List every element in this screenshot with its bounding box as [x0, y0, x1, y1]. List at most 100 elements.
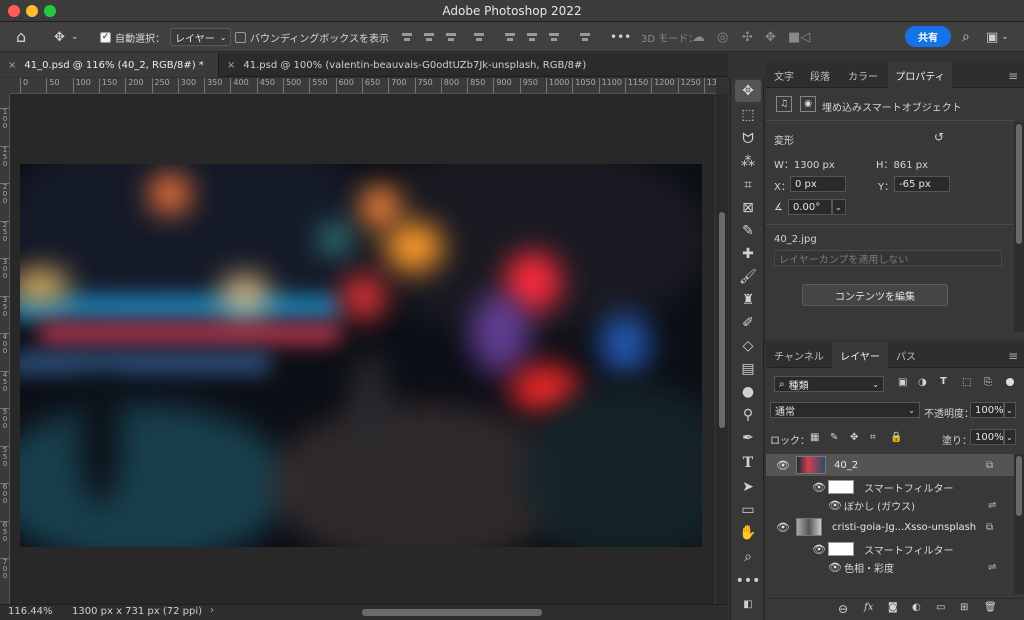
zoom-level[interactable]: 116.44% — [8, 606, 53, 617]
blurred-city-photo[interactable] — [20, 164, 702, 547]
panel-menu-icon[interactable]: ≡ — [1008, 349, 1018, 363]
layer-row-40_2[interactable]: 👁 40_2 ⧉ — [766, 454, 1014, 476]
home-icon[interactable]: ⌂ — [16, 22, 26, 52]
lock-image-icon[interactable]: ✎ — [830, 432, 838, 443]
filter-toggle[interactable] — [1006, 378, 1014, 386]
rectangle-tool-icon[interactable]: ▭ — [735, 499, 761, 521]
opacity-dropdown[interactable]: ⌄ — [1004, 402, 1016, 418]
crop-tool-icon[interactable]: ⌗ — [735, 174, 761, 196]
filter-blending-options-icon[interactable]: ⇌ — [988, 562, 996, 573]
type-tool-icon[interactable]: T — [735, 452, 761, 474]
filter-row-hue-saturation[interactable]: 👁 色相・彩度 ⇌ — [766, 556, 1014, 578]
lock-artboard-icon[interactable]: ⌗ — [870, 432, 876, 443]
tab-41-psd[interactable]: × 41.psd @ 100% (valentin-beauvais-G0odt… — [218, 53, 608, 77]
fill-dropdown[interactable]: ⌄ — [1004, 429, 1016, 445]
fx-icon[interactable]: fx — [864, 602, 873, 613]
canvas-vertical-scrollbar[interactable] — [716, 94, 728, 604]
layer-name[interactable]: 40_2 — [834, 460, 858, 471]
tab-layers[interactable]: レイヤー — [832, 342, 888, 368]
path-selection-tool-icon[interactable]: ➤ — [735, 476, 761, 498]
dodge-tool-icon[interactable]: ⚲ — [735, 404, 761, 426]
properties-scrollbar[interactable] — [1014, 122, 1024, 332]
3d-camera-icon[interactable]: ■◁ — [788, 22, 810, 52]
3d-pan-icon[interactable]: ✣ — [742, 22, 753, 52]
3d-slide-icon[interactable]: ✥ — [765, 22, 776, 52]
move-tool-icon[interactable]: ✥ — [735, 80, 761, 102]
canvas-horizontal-scrollbar[interactable] — [362, 609, 542, 616]
angle-field[interactable]: 0.00° — [788, 199, 832, 215]
layers-scrollbar[interactable] — [1014, 454, 1024, 594]
trash-icon[interactable]: 🗑 — [984, 602, 997, 613]
lock-all-icon[interactable]: 🔒 — [890, 432, 902, 443]
3d-orbit-icon[interactable]: ☁ — [692, 22, 705, 52]
distribute-v-icon[interactable] — [578, 22, 592, 52]
align-center-h-icon[interactable] — [422, 22, 436, 52]
blur-tool-icon[interactable]: ● — [735, 381, 761, 403]
lock-position-icon[interactable]: ✥ — [850, 432, 858, 443]
angle-dropdown[interactable]: ⌄ — [832, 199, 846, 215]
filter-name[interactable]: ぼかし (ガウス) — [844, 498, 915, 513]
share-button[interactable]: 共有 — [905, 26, 951, 47]
filter-mask-thumbnail[interactable] — [828, 542, 854, 556]
gradient-tool-icon[interactable]: ▤ — [735, 358, 761, 380]
3d-roll-icon[interactable]: ◎ — [717, 22, 728, 52]
layer-comp-select[interactable]: レイヤーカンプを適用しない — [774, 250, 1002, 266]
visibility-eye-icon[interactable]: 👁 — [812, 481, 826, 494]
filter-pixel-icon[interactable]: ▣ — [898, 377, 907, 388]
canvas-area[interactable] — [10, 94, 714, 604]
distribute-icon[interactable] — [472, 22, 486, 52]
move-tool-icon[interactable]: ✥ ⌄ — [54, 22, 78, 52]
layer-name[interactable]: cristi-goia-Jg...Xsso-unsplash — [832, 522, 976, 533]
tab-paths[interactable]: パス — [888, 342, 924, 368]
zoom-tool-icon[interactable]: ⌕ — [735, 546, 761, 568]
new-layer-icon[interactable]: ⊞ — [960, 602, 968, 613]
align-right-icon[interactable] — [444, 22, 458, 52]
marquee-tool-icon[interactable]: ⬚ — [735, 104, 761, 126]
align-middle-icon[interactable] — [525, 22, 539, 52]
y-position-field[interactable]: -65 px — [894, 176, 950, 192]
layer-row-cristi-goia[interactable]: 👁 cristi-goia-Jg...Xsso-unsplash ⧉ — [766, 516, 1014, 538]
tab-channels[interactable]: チャンネル — [766, 342, 832, 368]
eyedropper-tool-icon[interactable]: ✎ — [735, 220, 761, 242]
tab-color[interactable]: カラー — [838, 62, 888, 88]
visibility-eye-icon[interactable]: 👁 — [776, 521, 790, 534]
history-brush-tool-icon[interactable]: ✐ — [735, 312, 761, 334]
more-tools-icon[interactable]: ••• — [735, 570, 761, 592]
color-swatches-icon[interactable]: ◧ — [735, 593, 761, 615]
filter-adjustment-icon[interactable]: ◑ — [918, 377, 927, 388]
visibility-eye-icon[interactable]: 👁 — [812, 543, 826, 556]
opacity-field[interactable]: 100% — [970, 402, 1004, 418]
horizontal-ruler[interactable]: 0 50 100 150 200 250 300 350 400 450 500 550 600 650 7… — [10, 78, 716, 94]
tab-character[interactable]: 文字 — [766, 62, 802, 88]
pen-tool-icon[interactable]: ✒ — [735, 427, 761, 449]
workspace-icon[interactable]: ▣ ⌄ — [986, 22, 1009, 52]
layer-filter-select[interactable]: ⌕ 種類 ⌄ — [774, 376, 884, 392]
stamp-tool-icon[interactable]: ♜ — [735, 289, 761, 311]
filter-row-gaussian-blur[interactable]: 👁 ぼかし (ガウス) ⇌ — [766, 494, 1014, 516]
healing-brush-tool-icon[interactable]: ✚ — [735, 243, 761, 265]
visibility-eye-icon[interactable]: 👁 — [828, 561, 842, 574]
frame-tool-icon[interactable]: ⊠ — [735, 197, 761, 219]
align-left-icon[interactable] — [400, 22, 414, 52]
auto-select-checkbox[interactable]: ✓ 自動選択： — [100, 22, 165, 52]
filter-blending-options-icon[interactable]: ⇌ — [988, 500, 996, 511]
visibility-eye-icon[interactable]: 👁 — [828, 499, 842, 512]
bounding-box-checkbox[interactable]: バウンディングボックスを表示 — [235, 22, 389, 52]
more-options-button[interactable]: ••• — [610, 22, 631, 52]
fill-field[interactable]: 100% — [970, 429, 1004, 445]
magic-wand-tool-icon[interactable]: ⁂ — [735, 151, 761, 173]
edit-contents-button[interactable]: コンテンツを編集 — [802, 284, 948, 306]
search-icon[interactable]: ⌕ — [962, 22, 970, 52]
filter-mask-thumbnail[interactable] — [828, 480, 854, 494]
status-menu-arrow[interactable]: › — [210, 605, 214, 616]
filter-smart-object-icon[interactable]: ⎘ — [984, 377, 992, 388]
filter-type-icon[interactable]: T — [940, 376, 947, 387]
filter-name[interactable]: 色相・彩度 — [844, 560, 894, 575]
tab-paragraph[interactable]: 段落 — [802, 62, 838, 88]
visibility-eye-icon[interactable]: 👁 — [776, 459, 790, 472]
reset-transform-icon[interactable]: ↺ — [934, 130, 944, 144]
close-tab-icon[interactable]: × — [8, 60, 16, 71]
mask-icon[interactable]: ◉ — [800, 96, 816, 112]
vertical-ruler[interactable]: 1 0 0 1 5 0 2 0 0 2 5 0 3 0 0 3 5 0 4 0 0 4 5 0… — [0, 94, 10, 606]
x-position-field[interactable]: 0 px — [790, 176, 846, 192]
